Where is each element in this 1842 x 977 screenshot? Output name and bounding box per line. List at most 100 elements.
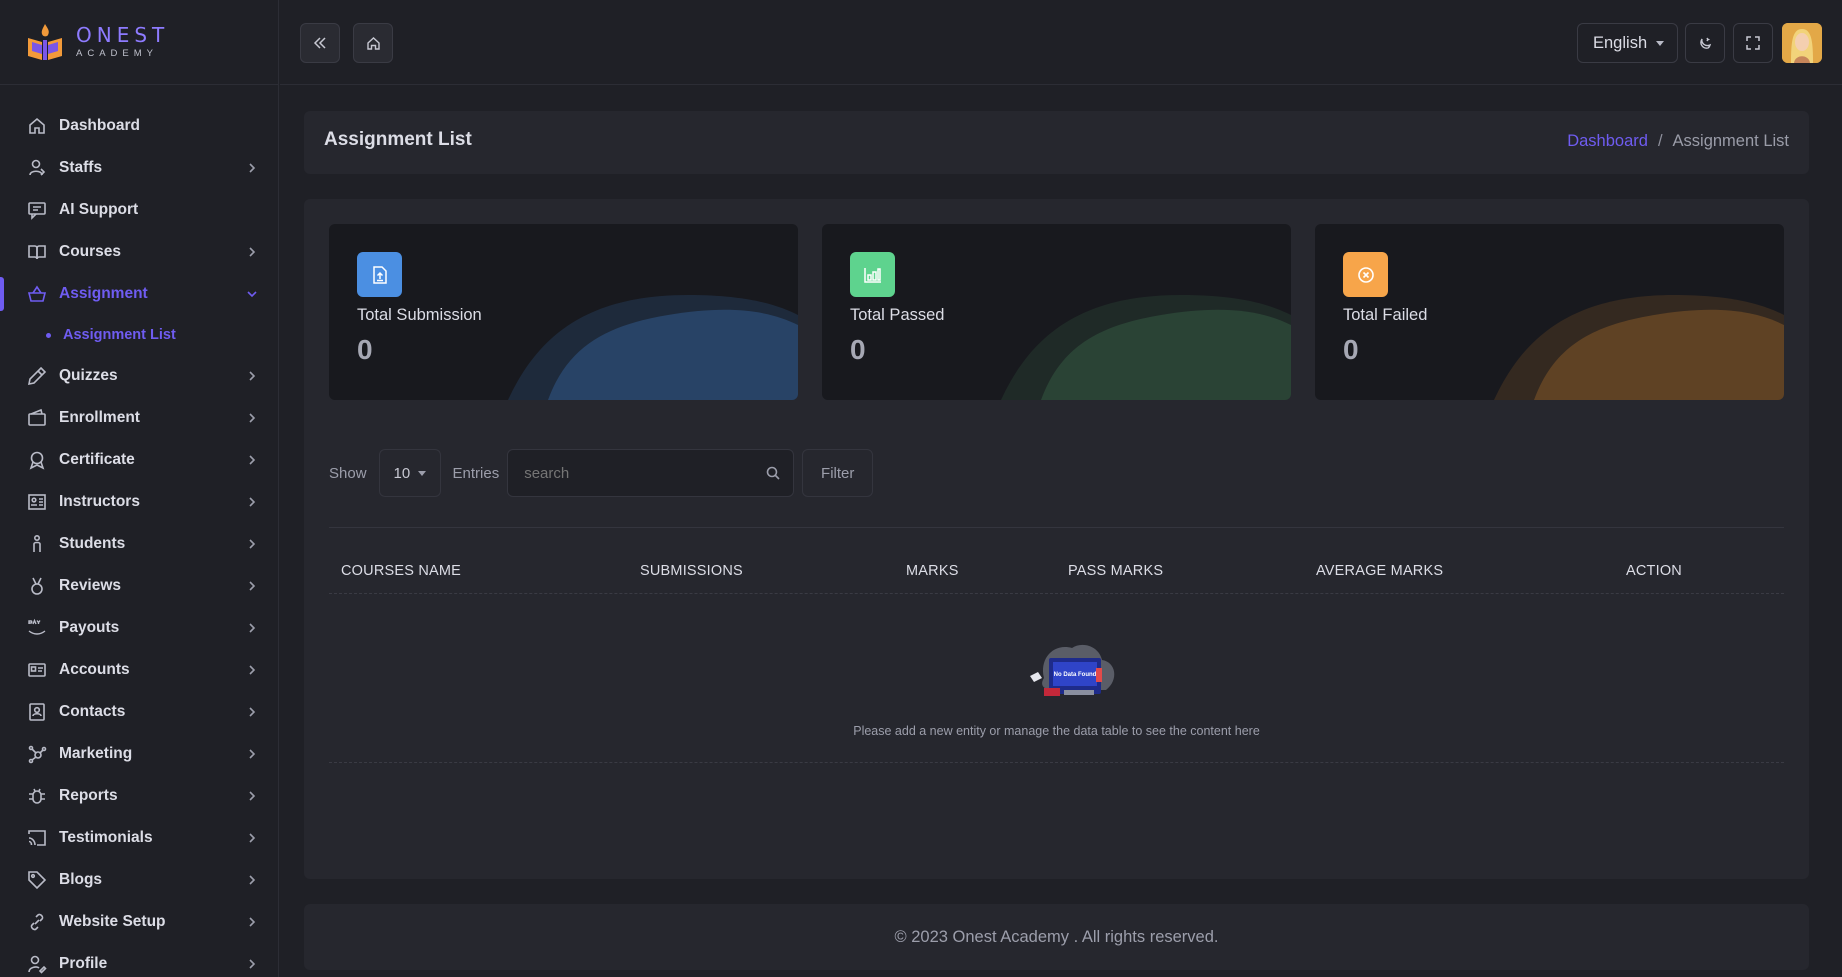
breadcrumb-home-link[interactable]: Dashboard <box>1567 132 1648 151</box>
sidebar-item-ai-support[interactable]: AI Support <box>0 189 278 231</box>
x-circle-icon <box>1357 266 1374 283</box>
breadcrumb-separator: / <box>1657 132 1663 150</box>
pen-icon <box>27 366 47 386</box>
search-box <box>507 449 795 497</box>
link-icon <box>30 913 44 931</box>
column-header[interactable]: COURSES NAME <box>341 563 461 579</box>
column-header[interactable]: ACTION <box>1626 563 1682 579</box>
home-button[interactable] <box>353 23 393 63</box>
sidebar-item-certificate[interactable]: Certificate <box>0 439 278 481</box>
sidebar-item-accounts[interactable]: Accounts <box>0 649 278 691</box>
sidebar-item-label: Assignment <box>59 285 148 302</box>
footer: © 2023 Onest Academy . All rights reserv… <box>304 904 1809 970</box>
chevron-right-icon <box>249 539 256 549</box>
empty-message: Please add a new entity or manage the da… <box>853 724 1260 738</box>
sidebar-item-website-setup[interactable]: Website Setup <box>0 901 278 943</box>
decorative-wave <box>508 295 798 400</box>
column-header[interactable]: PASS MARKS <box>1068 563 1163 579</box>
chevron-right-icon <box>249 455 256 465</box>
sidebar-item-label: Accounts <box>59 661 130 678</box>
sidebar-item-testimonials[interactable]: Testimonials <box>0 817 278 859</box>
brand-subtitle: ACADEMY <box>76 48 158 60</box>
chevron-right-icon <box>249 581 256 591</box>
theme-toggle-button[interactable] <box>1685 23 1725 63</box>
sidebar-item-label: Testimonials <box>59 829 153 846</box>
book-icon <box>28 245 46 260</box>
filter-button[interactable]: Filter <box>802 449 874 497</box>
entries-label: Entries <box>452 464 500 482</box>
hub-icon <box>28 745 47 764</box>
sidebar-item-enrollment[interactable]: Enrollment <box>0 397 278 439</box>
copyright-text: © 2023 Onest Academy . All rights reserv… <box>894 927 1219 946</box>
id-board-icon <box>28 494 46 510</box>
logo-icon <box>28 24 62 60</box>
sidebar-item-label: Reviews <box>59 577 122 594</box>
sidebar-item-payouts[interactable]: Payouts <box>0 607 278 649</box>
stat-label: Total Failed <box>1343 306 1428 324</box>
show-label: Show <box>329 464 367 482</box>
page-header-card: Assignment List Dashboard / Assignment L… <box>304 111 1809 174</box>
brand-logo[interactable]: ONEST ACADEMY <box>0 0 278 85</box>
stat-value: 0 <box>357 334 373 365</box>
avatar-icon <box>1782 23 1822 63</box>
sidebar-item-contacts[interactable]: Contacts <box>0 691 278 733</box>
chevron-right-icon <box>249 707 256 717</box>
empty-state: No Data Found Please add a new entity or… <box>329 595 1784 763</box>
profile-icon <box>28 955 47 974</box>
sidebar-item-reports[interactable]: Reports <box>0 775 278 817</box>
sidebar-item-dashboard[interactable]: Dashboard <box>0 105 278 147</box>
page-size-select[interactable]: 10 <box>378 449 441 497</box>
sidebar-item-label: Students <box>59 535 126 552</box>
card-icon <box>28 663 46 677</box>
sidebar-item-label: Contacts <box>59 703 126 720</box>
home-icon <box>29 117 45 134</box>
sidebar-item-label: Staffs <box>59 159 103 176</box>
sidebar-item-instructors[interactable]: Instructors <box>0 481 278 523</box>
sidebar-item-staffs[interactable]: Staffs <box>0 147 278 189</box>
medal-icon <box>31 577 43 595</box>
sidebar-item-courses[interactable]: Courses <box>0 231 278 273</box>
award-icon <box>29 451 45 470</box>
basket-icon <box>27 285 47 302</box>
sidebar-item-label: Quizzes <box>59 367 118 384</box>
user-avatar[interactable] <box>1782 23 1822 63</box>
caret-down-icon <box>1656 40 1665 46</box>
fullscreen-button[interactable] <box>1733 23 1773 63</box>
column-header[interactable]: SUBMISSIONS <box>640 563 743 579</box>
sidebar-item-label: Reports <box>59 787 118 804</box>
sidebar-item-reviews[interactable]: Reviews <box>0 565 278 607</box>
sidebar-item-blogs[interactable]: Blogs <box>0 859 278 901</box>
search-icon[interactable] <box>765 465 781 481</box>
stat-icon-box <box>357 252 402 297</box>
chevron-right-icon <box>249 413 256 423</box>
decorative-wave <box>1001 295 1291 400</box>
double-chevron-left-icon <box>313 37 326 49</box>
collapse-sidebar-button[interactable] <box>300 23 340 63</box>
file-upload-icon <box>372 265 387 284</box>
bug-icon <box>29 788 45 804</box>
sidebar-item-students[interactable]: Students <box>0 523 278 565</box>
chevron-right-icon <box>249 371 256 381</box>
tag-icon <box>28 871 47 890</box>
home-icon <box>366 36 380 50</box>
sidebar-item-assignment[interactable]: Assignment <box>0 273 278 315</box>
chevron-right-icon <box>249 875 256 885</box>
sidebar-item-marketing[interactable]: Marketing <box>0 733 278 775</box>
fullscreen-icon <box>1746 36 1760 50</box>
column-header[interactable]: MARKS <box>906 563 959 579</box>
sidebar-item-label: Certificate <box>59 451 135 468</box>
column-header[interactable]: AVERAGE MARKS <box>1316 563 1443 579</box>
language-select[interactable]: English <box>1577 23 1678 63</box>
sidebar-item-label: Dashboard <box>59 117 140 134</box>
sidebar-item-quizzes[interactable]: Quizzes <box>0 355 278 397</box>
search-input[interactable] <box>508 450 794 496</box>
breadcrumb: Dashboard / Assignment List <box>1567 132 1789 151</box>
moon-icon <box>1700 37 1712 49</box>
sidebar-subitem-assignment-list[interactable]: Assignment List <box>0 315 278 355</box>
contact-icon <box>29 703 45 721</box>
chevron-right-icon <box>249 247 256 257</box>
sidebar-item-label: AI Support <box>59 201 139 218</box>
chevron-right-icon <box>249 791 256 801</box>
sidebar-item-profile[interactable]: Profile <box>0 943 278 977</box>
language-label: English <box>1593 33 1648 52</box>
